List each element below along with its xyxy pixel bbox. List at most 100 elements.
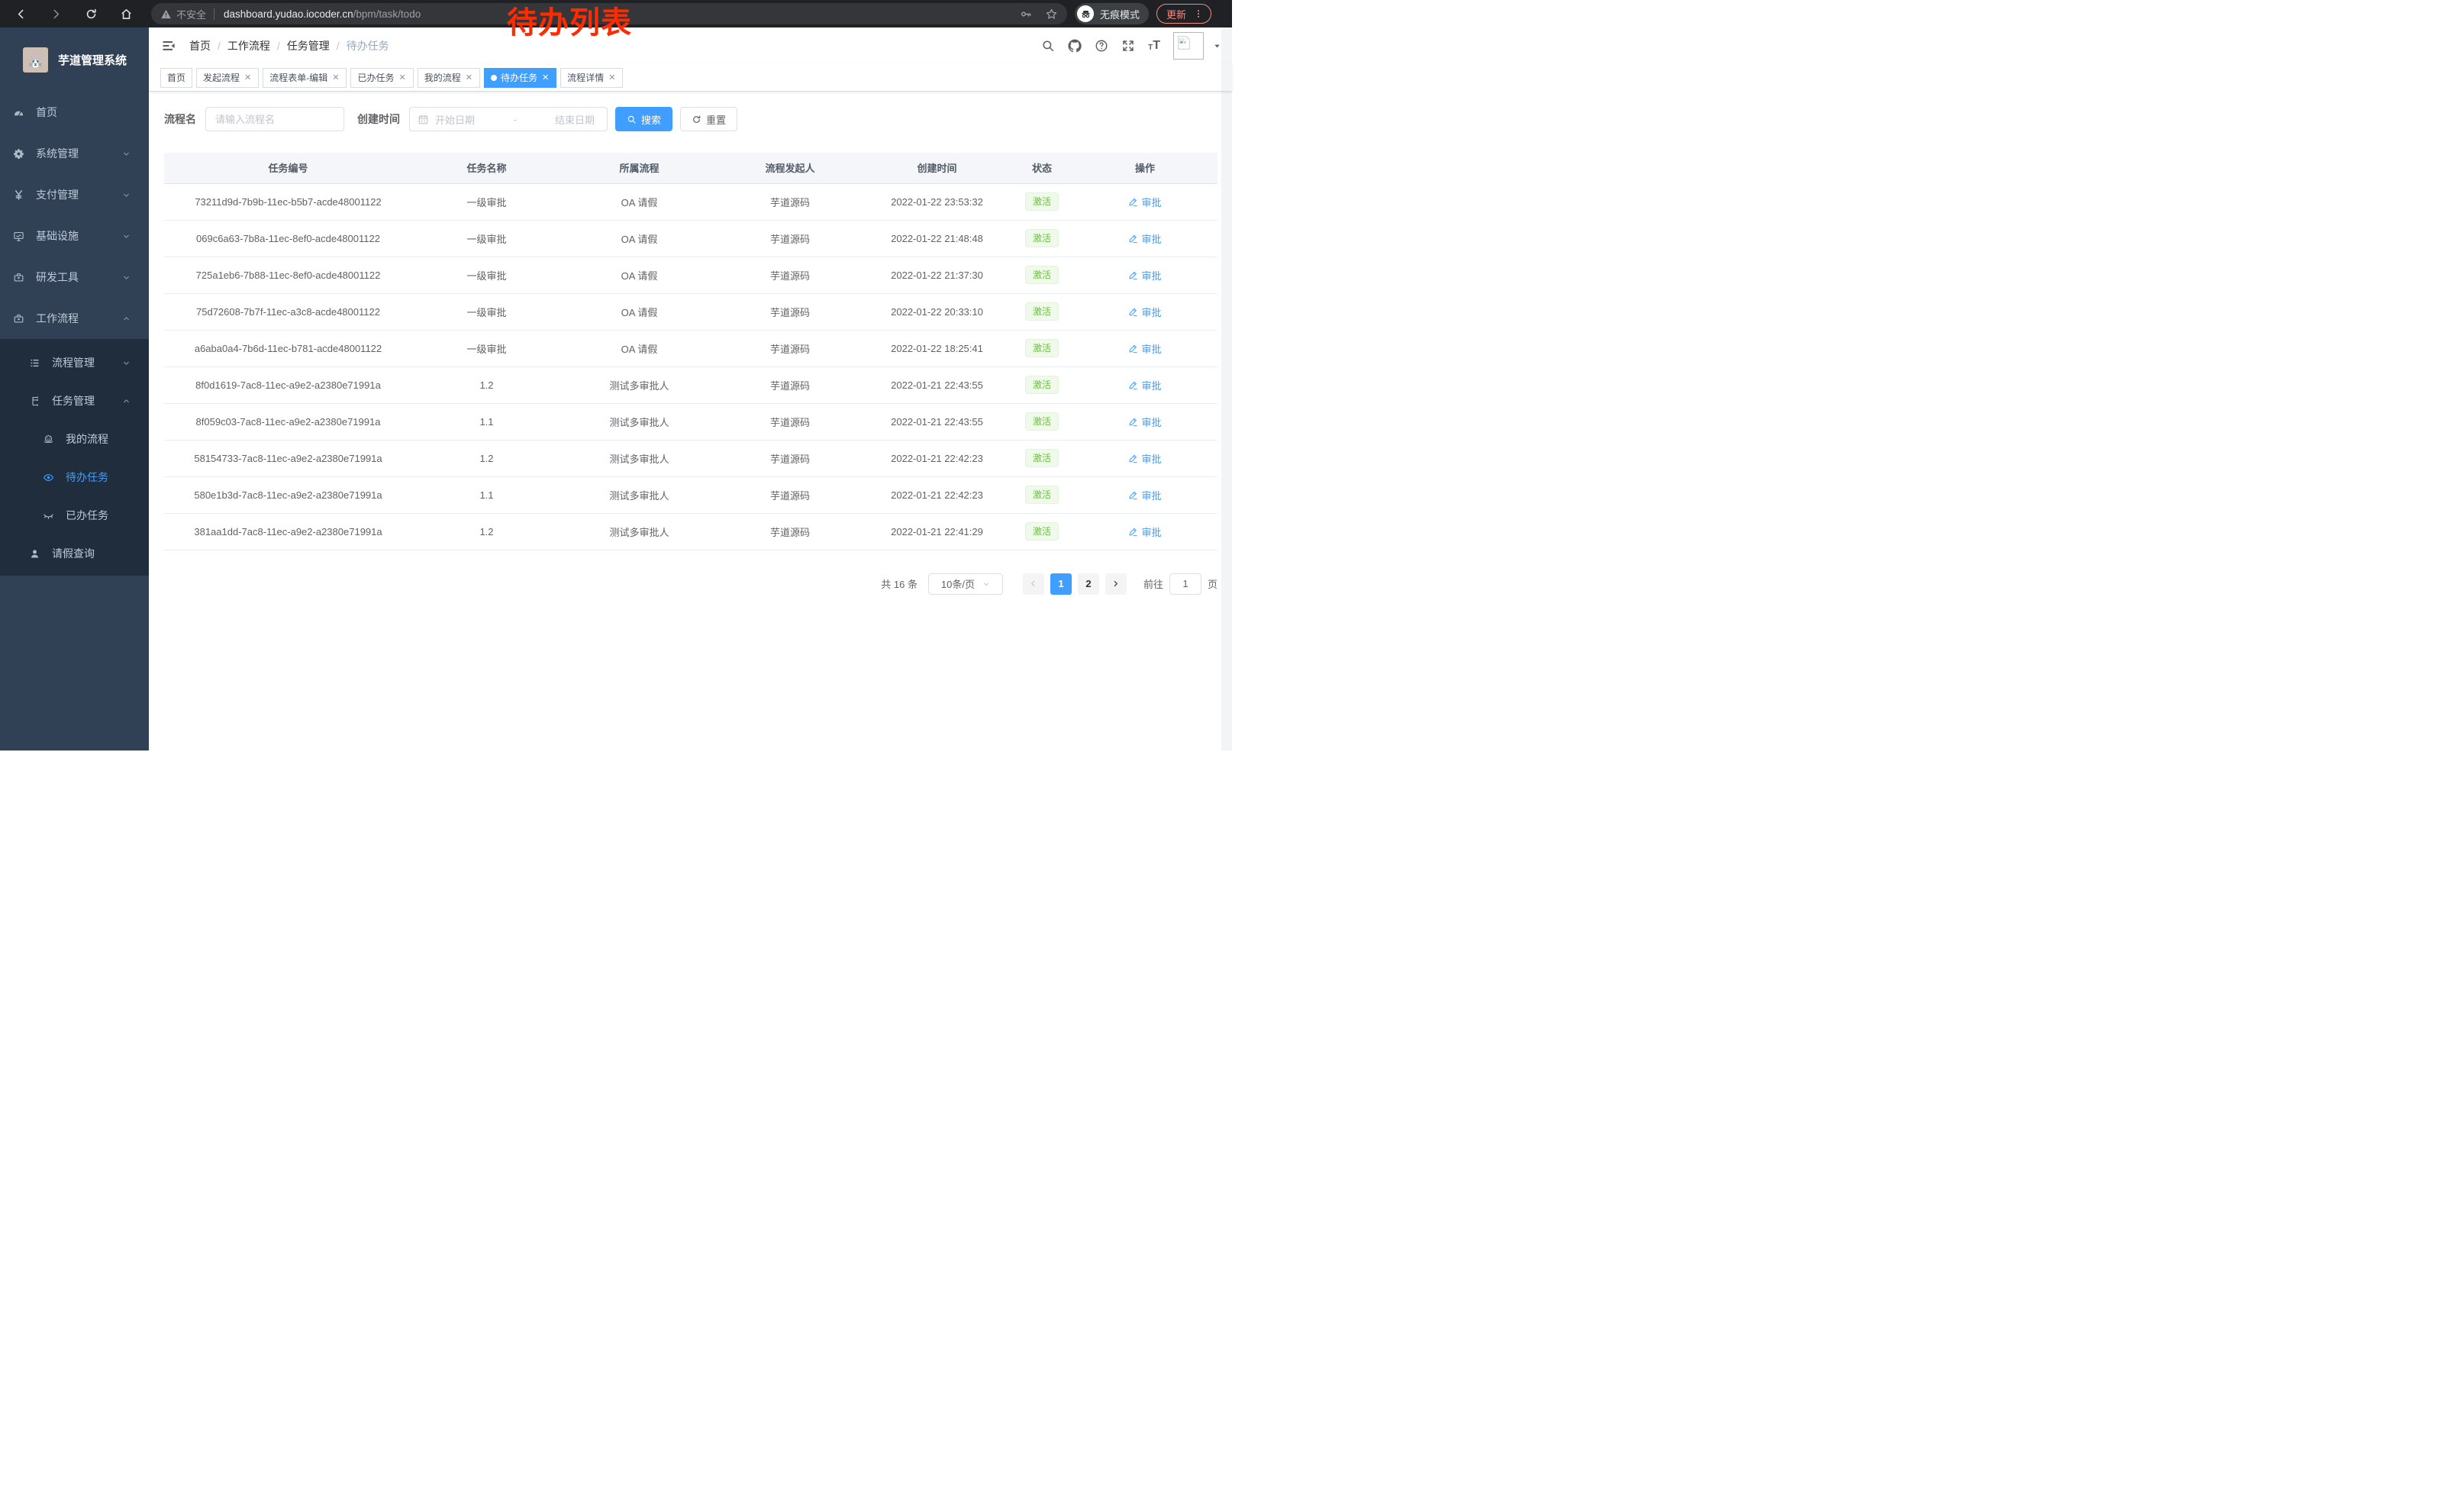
start-date-placeholder[interactable]: 开始日期 — [435, 112, 505, 127]
goto-page-input[interactable] — [1169, 573, 1201, 595]
user-menu-caret-icon[interactable] — [1213, 42, 1221, 50]
not-secure-label: 不安全 — [176, 7, 206, 21]
approve-link[interactable]: 审批 — [1128, 341, 1161, 356]
bookmark-star-icon[interactable] — [1045, 8, 1058, 21]
briefcase-icon — [13, 313, 24, 324]
reset-button[interactable]: 重置 — [680, 107, 737, 131]
tab-done-task[interactable]: 已办任务 ✕ — [350, 68, 413, 88]
edit-pencil-icon — [1128, 197, 1138, 207]
page-button-2[interactable]: 2 — [1078, 573, 1099, 595]
approve-link[interactable]: 审批 — [1128, 231, 1161, 246]
col-flow: 所属流程 — [561, 153, 718, 183]
process-name-input[interactable] — [205, 107, 344, 131]
browser-reload-button[interactable] — [81, 4, 101, 24]
goto-label: 前往 — [1143, 576, 1163, 591]
sidebar-item-home[interactable]: 首页 — [0, 92, 149, 133]
breadcrumb-task-mgmt[interactable]: 任务管理 — [287, 38, 330, 53]
close-icon[interactable]: ✕ — [331, 73, 340, 82]
approve-link[interactable]: 审批 — [1128, 415, 1161, 429]
incognito-badge: 无痕模式 — [1075, 3, 1149, 24]
chevron-down-icon — [122, 191, 131, 199]
tree-icon — [29, 395, 40, 407]
edit-pencil-icon — [1128, 307, 1138, 317]
approve-link[interactable]: 审批 — [1128, 451, 1161, 466]
sidebar-item-leave-query[interactable]: 请假查询 — [0, 534, 149, 573]
workflow-submenu: 流程管理 任务管理 我的流程 待办任务 已办 — [0, 339, 149, 576]
key-icon[interactable] — [1020, 8, 1033, 21]
sidebar-item-process-mgmt[interactable]: 流程管理 — [0, 344, 149, 382]
help-icon[interactable] — [1095, 39, 1108, 53]
calendar-icon — [418, 114, 429, 125]
chevron-up-icon — [122, 397, 131, 405]
sidebar-item-todo-task[interactable]: 待办任务 — [0, 458, 149, 496]
table-row: 381aa1dd-7ac8-11ec-a9e2-a2380e71991a1.2测… — [164, 513, 1217, 550]
col-starter: 流程发起人 — [718, 153, 863, 183]
approve-link[interactable]: 审批 — [1128, 268, 1161, 282]
browser-back-button[interactable] — [11, 4, 31, 24]
scrollbar[interactable] — [1221, 27, 1232, 750]
breadcrumb-home[interactable]: 首页 — [189, 38, 211, 53]
tab-my-process[interactable]: 我的流程 ✕ — [418, 68, 480, 88]
approve-link[interactable]: 审批 — [1128, 525, 1161, 539]
approve-link[interactable]: 审批 — [1128, 305, 1161, 319]
sidebar-item-my-process[interactable]: 我的流程 — [0, 420, 149, 458]
eye-off-icon — [43, 510, 54, 521]
edit-pencil-icon — [1128, 270, 1138, 280]
list-icon — [29, 357, 40, 369]
table-row: 069c6a63-7b8a-11ec-8ef0-acde48001122一级审批… — [164, 220, 1217, 257]
sidebar-item-devtools[interactable]: 研发工具 — [0, 257, 149, 298]
next-page-button[interactable] — [1105, 573, 1127, 595]
tab-todo-task-active[interactable]: 待办任务 ✕ — [484, 68, 556, 88]
status-badge: 激活 — [1025, 522, 1059, 541]
browser-menu-dots-icon[interactable] — [1193, 8, 1204, 19]
avatar[interactable] — [1173, 32, 1204, 60]
col-task-id: 任务编号 — [164, 153, 412, 183]
date-range-picker[interactable]: 开始日期 - 结束日期 — [409, 107, 608, 131]
close-icon[interactable]: ✕ — [608, 73, 616, 82]
close-icon[interactable]: ✕ — [465, 73, 473, 82]
end-date-placeholder[interactable]: 结束日期 — [524, 112, 599, 127]
not-secure-warning-icon — [160, 8, 172, 20]
browser-update-button[interactable]: 更新 — [1156, 4, 1211, 24]
pagination: 共 16 条 10条/页 1 2 前往 页 — [164, 573, 1217, 595]
sidebar-item-payment[interactable]: 支付管理 — [0, 174, 149, 215]
monitor-icon — [13, 231, 24, 242]
search-button[interactable]: 搜索 — [615, 107, 672, 131]
col-task-name: 任务名称 — [412, 153, 561, 183]
close-icon[interactable]: ✕ — [243, 73, 252, 82]
tab-process-form-edit[interactable]: 流程表单-编辑 ✕ — [263, 68, 347, 88]
page-button-1[interactable]: 1 — [1050, 573, 1072, 595]
table-row: a6aba0a4-7b6d-11ec-b781-acde48001122一级审批… — [164, 330, 1217, 366]
sidebar-item-workflow[interactable]: 工作流程 — [0, 298, 149, 339]
todo-task-table: 任务编号 任务名称 所属流程 流程发起人 创建时间 状态 操作 73211d9d… — [164, 153, 1217, 550]
breadcrumb-workflow[interactable]: 工作流程 — [227, 38, 270, 53]
search-icon[interactable] — [1041, 39, 1055, 53]
browser-home-button[interactable] — [116, 4, 136, 24]
font-size-icon[interactable]: TT — [1148, 40, 1160, 52]
breadcrumb-separator: / — [337, 40, 340, 52]
page-size-select[interactable]: 10条/页 — [928, 573, 1003, 595]
close-icon[interactable]: ✕ — [398, 73, 406, 82]
refresh-icon — [692, 115, 701, 124]
incognito-icon — [1077, 5, 1094, 22]
tab-home[interactable]: 首页 — [160, 68, 192, 88]
sidebar-collapse-icon[interactable] — [161, 38, 176, 53]
sidebar-item-task-mgmt[interactable]: 任务管理 — [0, 382, 149, 420]
browser-forward-button[interactable] — [46, 4, 66, 24]
approve-link[interactable]: 审批 — [1128, 488, 1161, 502]
tab-process-detail[interactable]: 流程详情 ✕ — [560, 68, 623, 88]
goto-unit: 页 — [1208, 576, 1217, 591]
fullscreen-icon[interactable] — [1121, 39, 1135, 53]
app-logo[interactable]: 🐰 芋道管理系统 — [0, 27, 149, 92]
sidebar-item-infra[interactable]: 基础设施 — [0, 215, 149, 257]
url-path: /bpm/task/todo — [353, 8, 421, 20]
sidebar-item-done-task[interactable]: 已办任务 — [0, 496, 149, 534]
close-icon[interactable]: ✕ — [541, 73, 550, 82]
sidebar-item-system[interactable]: 系统管理 — [0, 133, 149, 174]
prev-page-button[interactable] — [1023, 573, 1044, 595]
approve-link[interactable]: 审批 — [1128, 195, 1161, 209]
github-icon[interactable] — [1068, 39, 1082, 53]
approve-link[interactable]: 审批 — [1128, 378, 1161, 392]
table-row: 580e1b3d-7ac8-11ec-a9e2-a2380e71991a1.1测… — [164, 476, 1217, 513]
tab-start-process[interactable]: 发起流程 ✕ — [196, 68, 259, 88]
